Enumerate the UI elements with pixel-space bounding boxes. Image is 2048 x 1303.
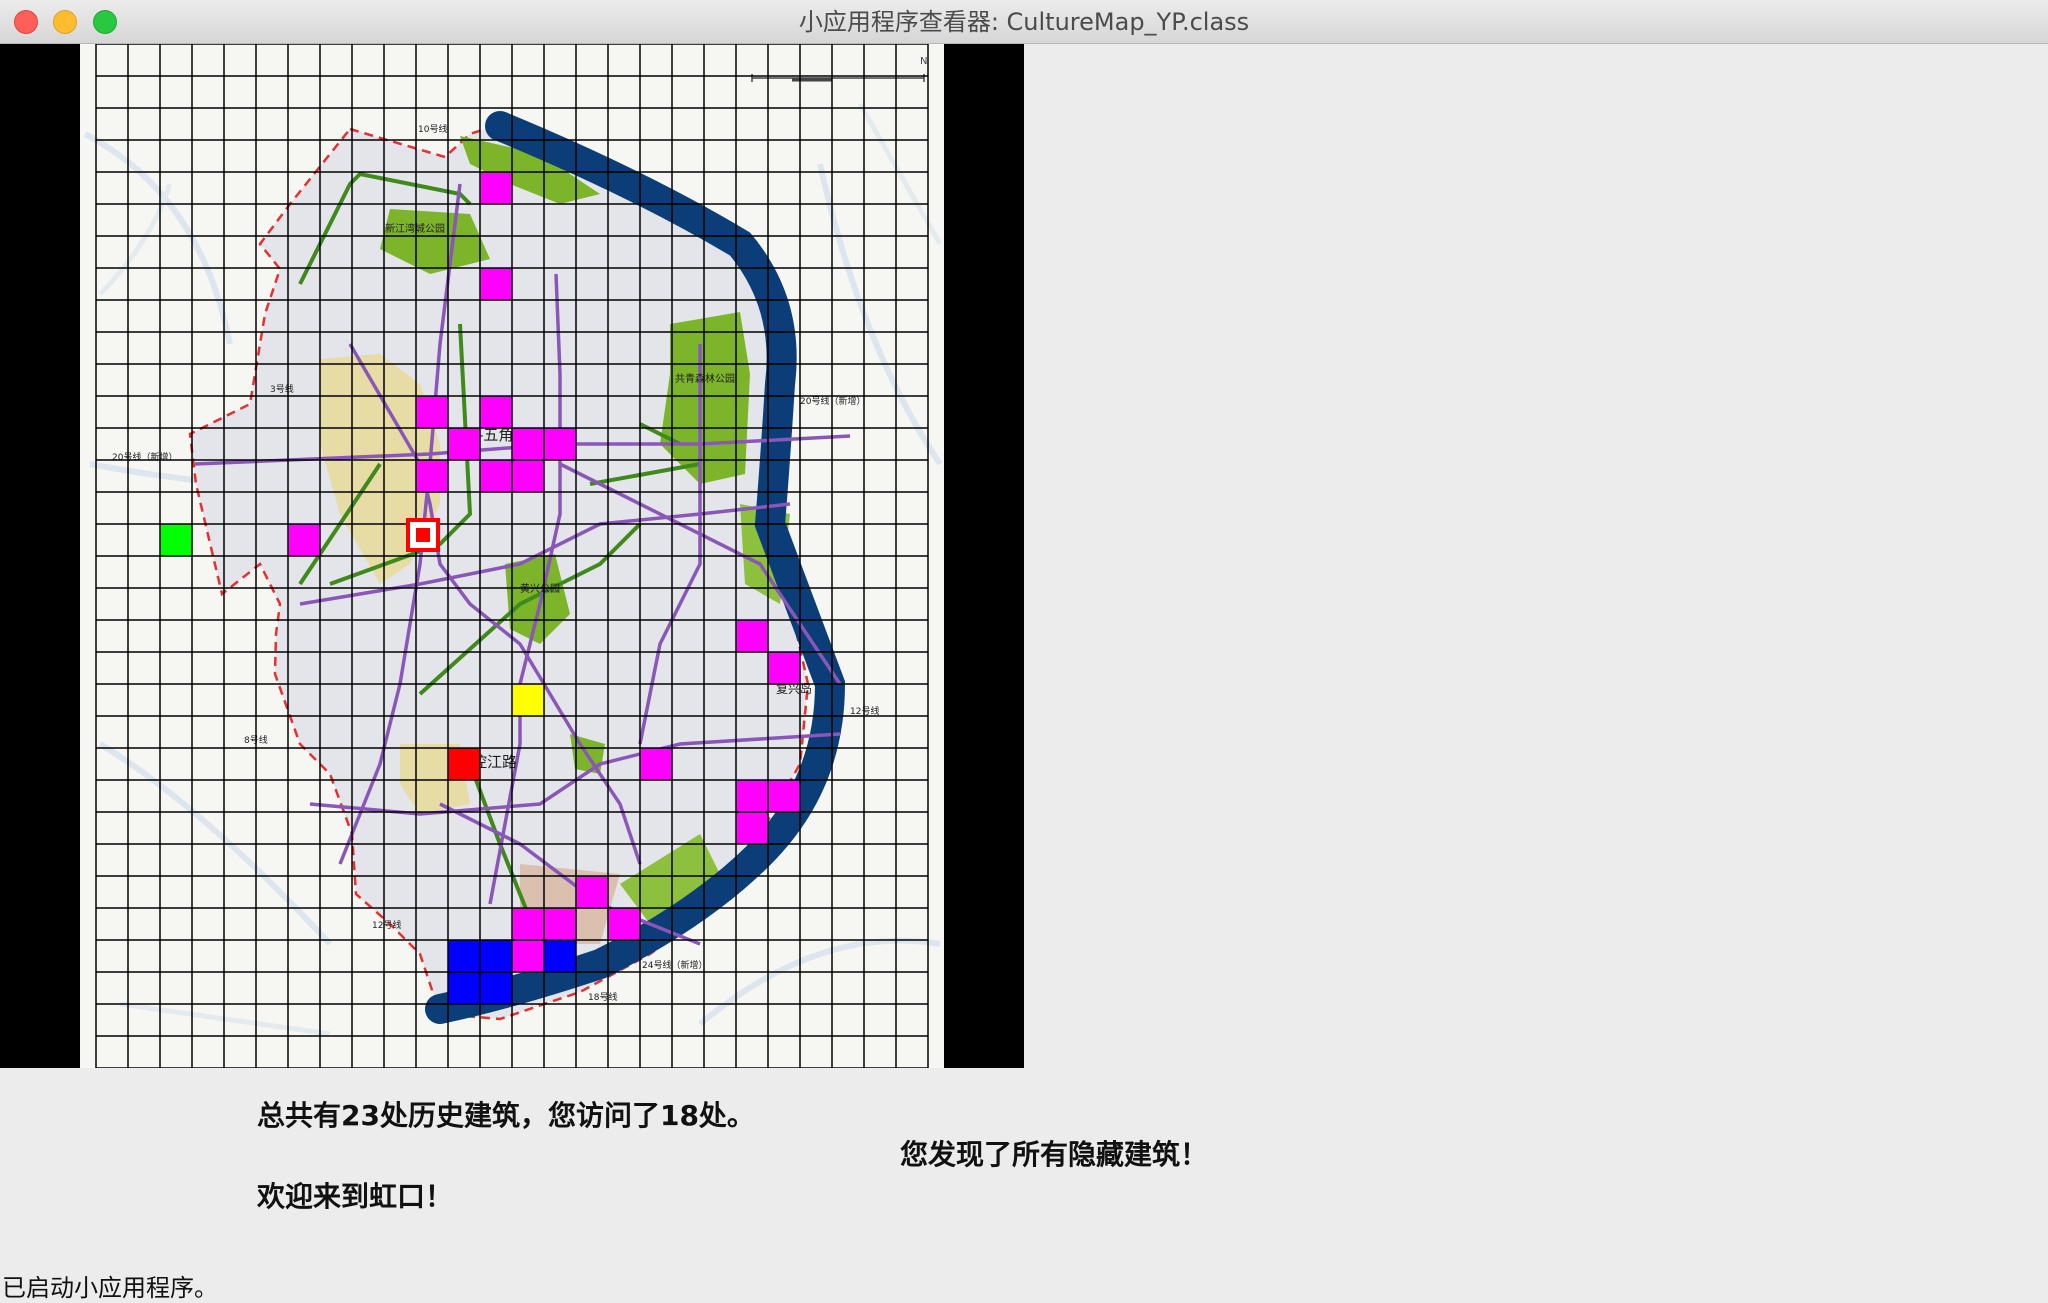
label-line-24: 24号线（新增）	[642, 959, 707, 971]
hidden-building-cell	[544, 940, 576, 972]
visited-building-cell	[288, 524, 320, 556]
hidden-building-cell	[480, 940, 512, 972]
label-line-10: 10号线	[418, 123, 447, 135]
visited-building-cell	[736, 620, 768, 652]
visited-building-cell	[608, 908, 640, 940]
visited-building-cell	[640, 748, 672, 780]
label-gongqing-park: 共青森林公园	[675, 372, 735, 385]
right-black-panel	[944, 44, 1024, 1068]
visited-building-cell	[768, 652, 800, 684]
visited-building-cell	[480, 172, 512, 204]
left-black-panel	[0, 44, 80, 1068]
visited-building-cell	[512, 908, 544, 940]
plaza-marker-core	[416, 528, 430, 542]
hidden-building-cell	[480, 972, 512, 1004]
visit-count-message: 总共有23处历史建筑，您访问了18处。	[257, 1099, 755, 1132]
label-xinjiangwan-park: 新江湾城公园	[385, 222, 445, 235]
visited-building-cell	[512, 940, 544, 972]
visited-building-cell	[544, 908, 576, 940]
label-line-12: 12号线	[372, 919, 401, 931]
culture-map[interactable]: N 江湾-五角场 控江路 复兴岛 共青森林公园 新江湾城公园 黄兴公园 20号线…	[0, 44, 1024, 1068]
visited-building-cell	[736, 812, 768, 844]
visited-building-cell	[512, 428, 544, 460]
hidden-building-cell	[448, 972, 480, 1004]
applet-status-bar: 已启动小应用程序。	[2, 1274, 218, 1302]
visited-building-cell	[480, 396, 512, 428]
window-titlebar: 小应用程序查看器: CultureMap_YP.class	[0, 0, 2048, 44]
visited-building-cell	[512, 460, 544, 492]
start-cell	[160, 524, 192, 556]
label-line-18: 18号线	[588, 991, 617, 1003]
visited-building-cell	[544, 428, 576, 460]
hidden-building-cell	[448, 940, 480, 972]
hidden-buildings-message: 您发现了所有隐藏建筑！	[900, 1138, 1209, 1171]
visited-building-cell	[480, 460, 512, 492]
visited-building-cell	[416, 460, 448, 492]
label-line-3: 3号线	[270, 383, 294, 395]
visited-building-cell	[736, 780, 768, 812]
landmark-cell	[448, 748, 480, 780]
visited-building-cell	[480, 268, 512, 300]
north-arrow: N	[920, 56, 927, 67]
window-title: 小应用程序查看器: CultureMap_YP.class	[798, 8, 1250, 36]
welcome-message: 欢迎来到虹口！	[257, 1180, 454, 1213]
visited-building-cell	[576, 876, 608, 908]
label-line-20-west: 20号线（新增）	[112, 451, 177, 463]
visited-building-cell	[416, 396, 448, 428]
landmark-marker	[406, 518, 440, 552]
visited-building-cell	[768, 780, 800, 812]
visited-building-cell	[448, 428, 480, 460]
current-position-cell	[512, 684, 544, 716]
